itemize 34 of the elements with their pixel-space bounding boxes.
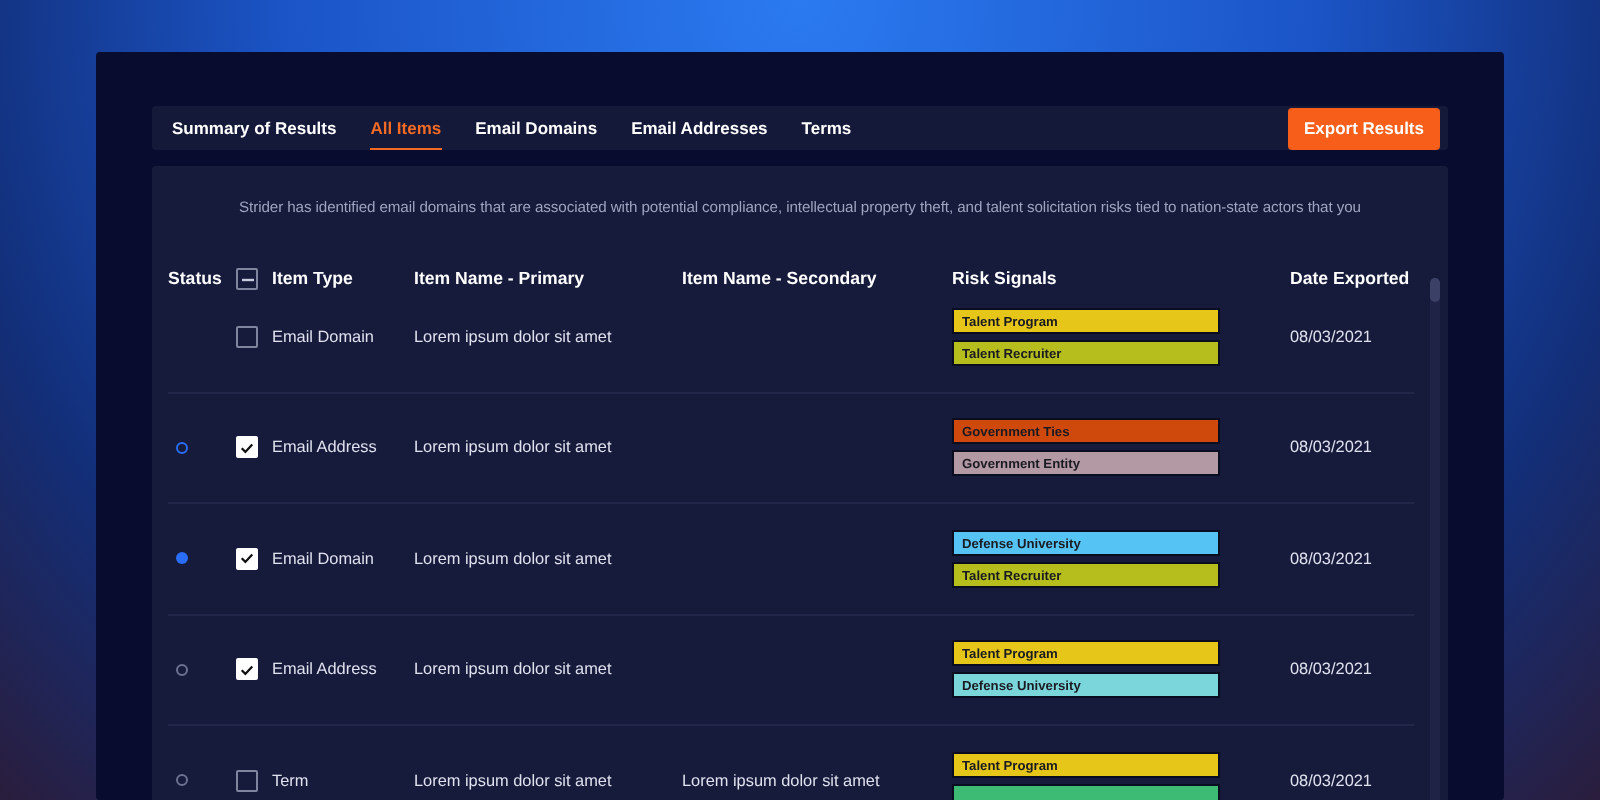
table-cell: Email Domain xyxy=(272,327,374,346)
tab[interactable]: All Items xyxy=(370,106,442,150)
table-cell: Term xyxy=(272,771,309,790)
column-header: Risk Signals xyxy=(952,266,1059,292)
check-icon xyxy=(238,548,256,569)
column-header: Item Name - Secondary xyxy=(682,266,879,292)
column-header: Date Exported xyxy=(1290,266,1410,292)
row-checkbox[interactable] xyxy=(236,325,258,348)
tab[interactable]: Email Domains xyxy=(475,106,598,150)
table-cell: Lorem ipsum dolor sit amet xyxy=(414,438,612,457)
table-cell: 08/03/2021 xyxy=(1290,660,1372,679)
table-cell: Email Address xyxy=(272,660,377,679)
table-cell: Email Address xyxy=(272,438,377,457)
select-all-checkbox[interactable] xyxy=(236,268,258,290)
minus-icon xyxy=(241,277,253,281)
scrollbar[interactable] xyxy=(1430,278,1440,800)
table-cell: Email Domain xyxy=(272,549,374,568)
column-header: Status xyxy=(168,266,224,292)
table-cell: Lorem ipsum dolor sit amet xyxy=(414,327,612,346)
table-cell: 08/03/2021 xyxy=(1290,327,1372,346)
table-cell: Lorem ipsum dolor sit amet xyxy=(414,660,612,679)
table-cell: Lorem ipsum dolor sit amet xyxy=(414,549,612,568)
tab[interactable]: Email Addresses xyxy=(631,106,768,150)
column-header: Item Name - Primary xyxy=(414,266,587,292)
tab[interactable]: Summary of Results xyxy=(172,106,337,150)
table-cell: 08/03/2021 xyxy=(1290,549,1372,568)
tab[interactable]: Terms xyxy=(801,106,852,150)
scroll-thumb[interactable] xyxy=(1430,278,1440,302)
table-cell: 08/03/2021 xyxy=(1290,438,1372,457)
column-header: Item Type xyxy=(272,266,355,292)
table-cell: Lorem ipsum dolor sit amet xyxy=(414,771,612,790)
table-cell: Lorem ipsum dolor sit amet xyxy=(682,771,880,790)
row-checkbox[interactable] xyxy=(236,769,258,792)
table-cell: 08/03/2021 xyxy=(1290,771,1372,790)
